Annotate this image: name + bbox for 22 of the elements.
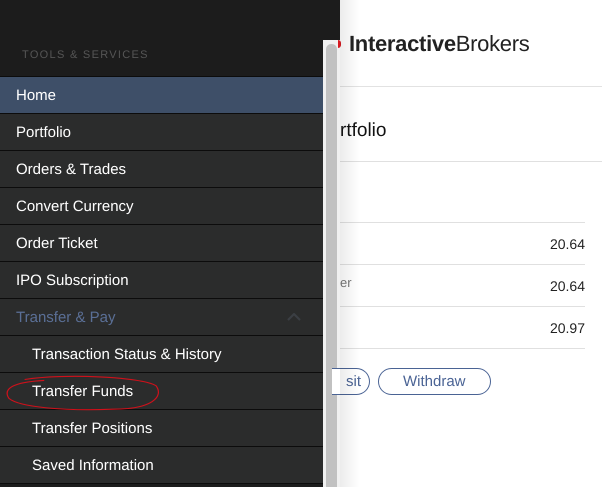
caret-icon	[287, 313, 301, 321]
row-label: er	[340, 275, 352, 290]
menu-item[interactable]: Orders & Trades	[0, 151, 323, 188]
logo-icon	[338, 40, 341, 48]
scrollbar[interactable]	[323, 0, 340, 487]
row-value: 20.64	[550, 236, 585, 252]
page-heading: rtfolio	[340, 87, 602, 162]
menu-item[interactable]: Home	[0, 77, 323, 114]
section-title: TOOLS & SERVICES	[22, 49, 149, 61]
action-button[interactable]: sit	[332, 368, 370, 395]
submenu-item[interactable]: Transfer Positions	[0, 410, 323, 447]
submenu-item[interactable]: Transfer Funds	[0, 373, 323, 410]
logo: InteractiveBrokers	[349, 31, 530, 57]
submenu-item[interactable]: Saved Information	[0, 447, 323, 484]
submenu-item[interactable]: Transaction Status & History	[0, 336, 323, 373]
menu-item[interactable]: Portfolio	[0, 114, 323, 151]
action-button[interactable]: Withdraw	[378, 368, 491, 395]
menu-item[interactable]: Order Ticket	[0, 225, 323, 262]
menu-item[interactable]: Convert Currency	[0, 188, 323, 225]
row-value: 20.64	[550, 278, 585, 294]
row-value: 20.97	[550, 320, 585, 336]
menu-item[interactable]: IPO Subscription	[0, 262, 323, 299]
